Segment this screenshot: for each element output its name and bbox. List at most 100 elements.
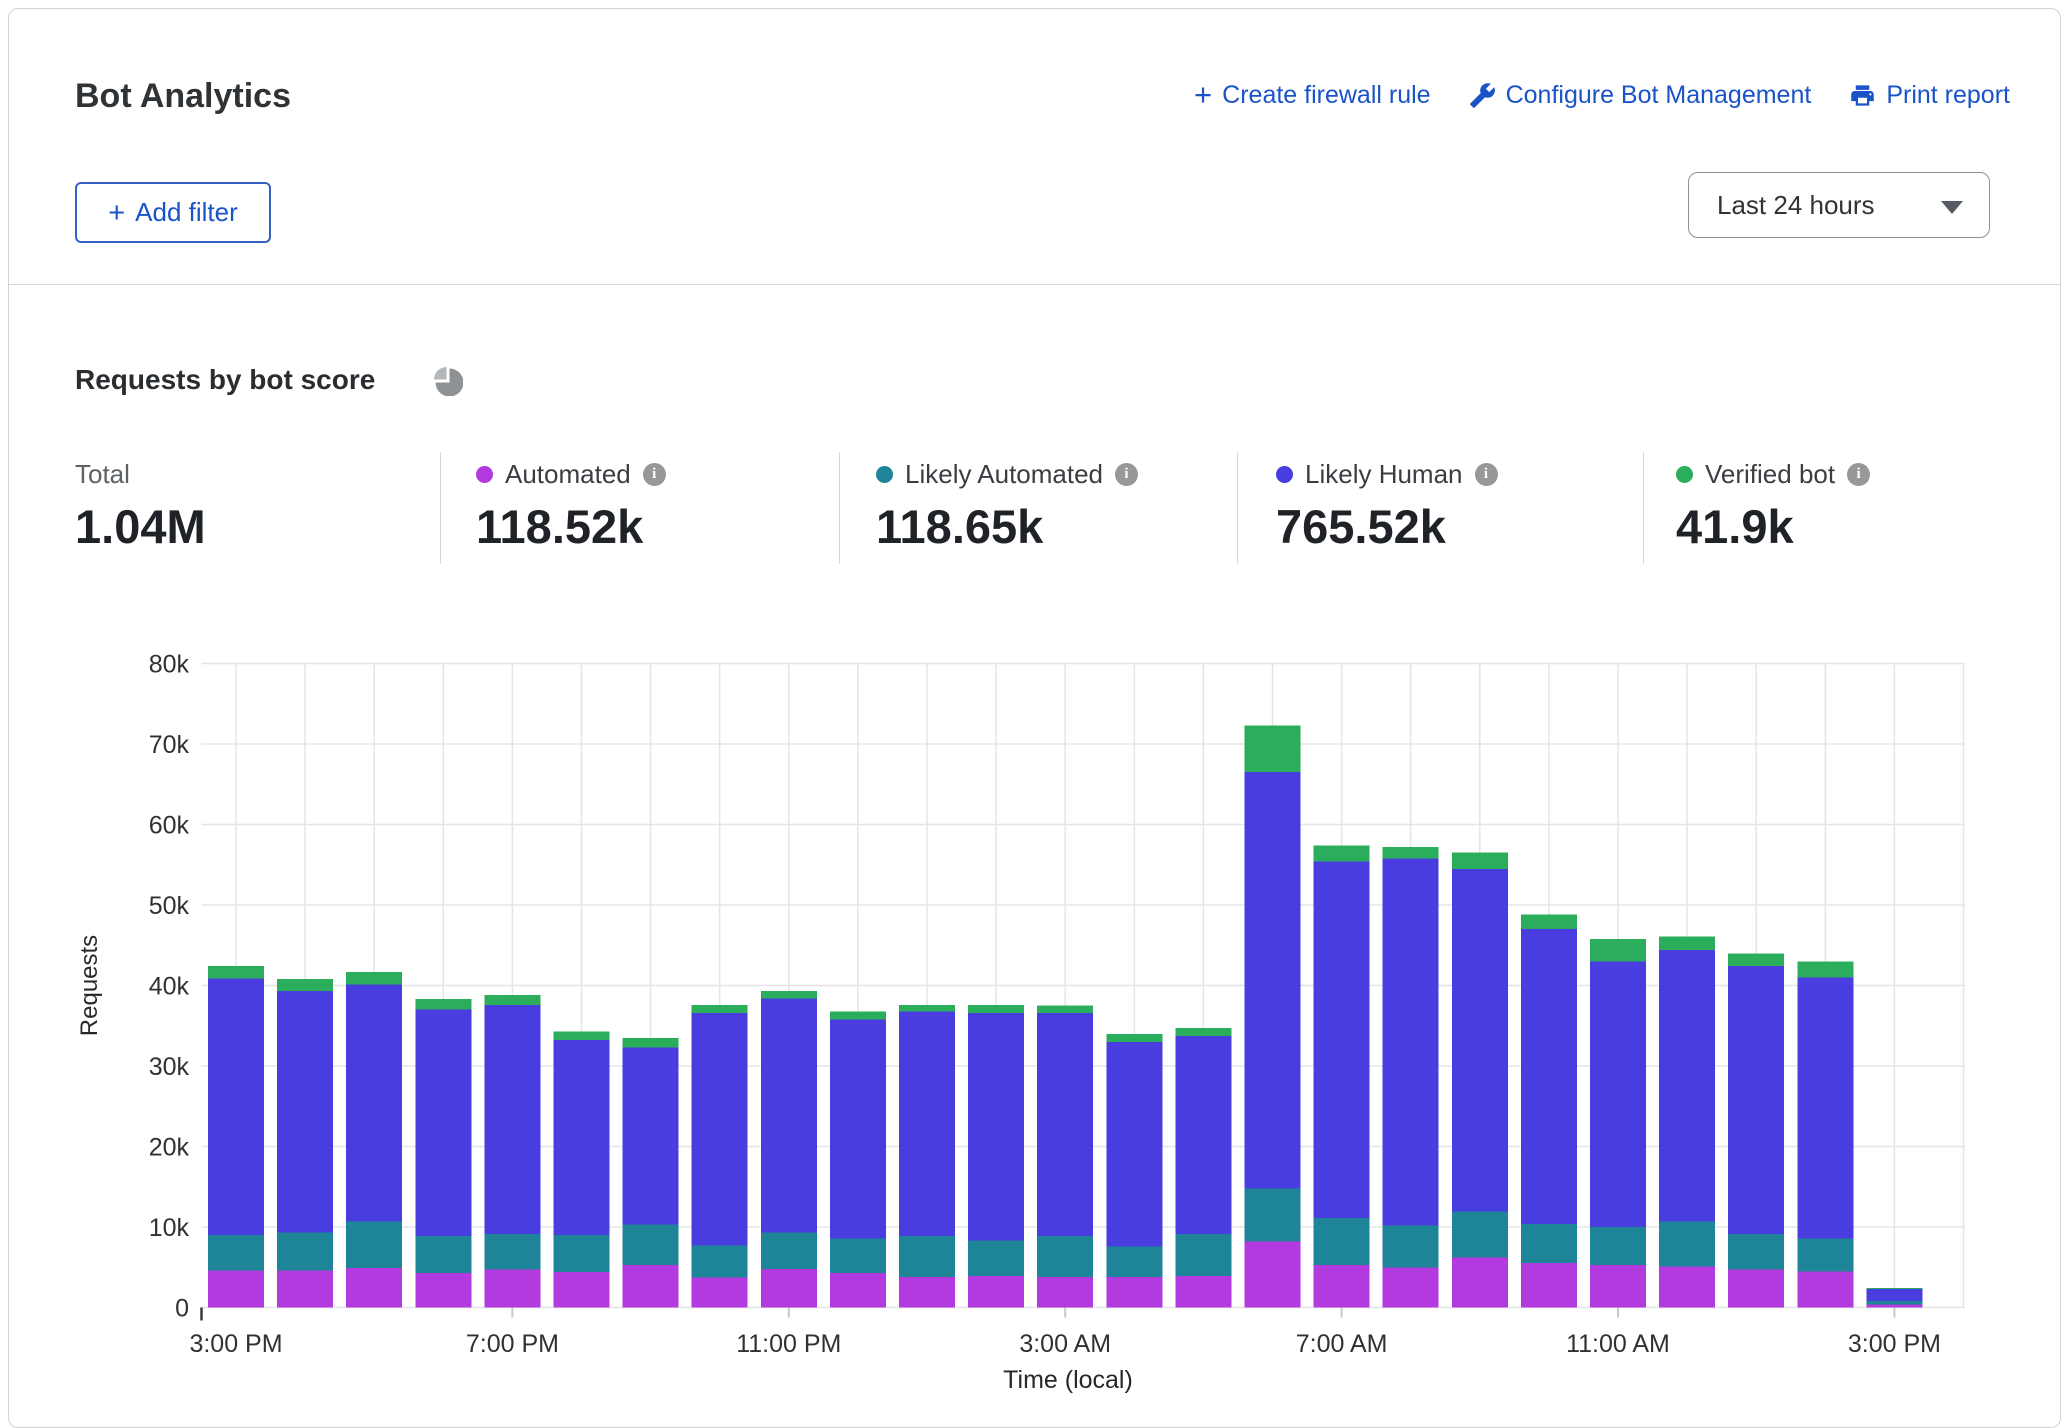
bar-segment-verified-bot[interactable] [761,991,817,998]
bar-segment-automated[interactable] [346,1268,402,1307]
bar-segment-verified-bot[interactable] [1797,961,1853,977]
bar-segment-likely-automated[interactable] [968,1241,1024,1276]
bar-segment-automated[interactable] [761,1269,817,1308]
bar-segment-verified-bot[interactable] [554,1031,610,1040]
bar-segment-verified-bot[interactable] [1866,1288,1922,1289]
bar-segment-likely-human[interactable] [1314,862,1370,1219]
bar-segment-likely-automated[interactable] [1866,1301,1922,1304]
bar-segment-likely-automated[interactable] [1175,1234,1231,1276]
bar-segment-likely-automated[interactable] [1314,1218,1370,1265]
bar-segment-likely-automated[interactable] [208,1235,264,1270]
bar-segment-likely-human[interactable] [1175,1036,1231,1234]
bar-segment-verified-bot[interactable] [623,1038,679,1048]
bar-segment-likely-automated[interactable] [1106,1246,1162,1277]
bar-segment-likely-human[interactable] [1452,869,1508,1212]
bar-segment-likely-automated[interactable] [554,1235,610,1272]
bar-segment-verified-bot[interactable] [1106,1034,1162,1042]
bar-segment-likely-human[interactable] [692,1013,748,1246]
bar-segment-verified-bot[interactable] [830,1011,886,1019]
bar-segment-likely-human[interactable] [1383,858,1439,1225]
bar-segment-verified-bot[interactable] [692,1005,748,1013]
bar-segment-likely-human[interactable] [830,1019,886,1238]
bar-segment-verified-bot[interactable] [208,966,264,978]
bar-segment-likely-automated[interactable] [1037,1236,1093,1277]
bar-segment-likely-automated[interactable] [1452,1212,1508,1258]
bar-segment-verified-bot[interactable] [899,1005,955,1011]
bar-segment-likely-automated[interactable] [830,1238,886,1273]
bar-segment-verified-bot[interactable] [1590,939,1646,962]
bar-segment-likely-automated[interactable] [1659,1221,1715,1266]
bar-segment-likely-automated[interactable] [899,1236,955,1277]
bar-segment-verified-bot[interactable] [346,972,402,985]
bar-segment-verified-bot[interactable] [968,1005,1024,1013]
bar-segment-likely-human[interactable] [277,991,333,1233]
bar-segment-automated[interactable] [1452,1258,1508,1308]
bar-segment-likely-human[interactable] [415,1010,471,1236]
bar-segment-likely-automated[interactable] [484,1234,540,1269]
bar-segment-likely-human[interactable] [899,1011,955,1236]
bar-segment-automated[interactable] [830,1273,886,1308]
bar-segment-automated[interactable] [1521,1263,1577,1307]
bar-segment-verified-bot[interactable] [1175,1028,1231,1036]
bar-segment-verified-bot[interactable] [1452,853,1508,869]
bar-segment-verified-bot[interactable] [1314,845,1370,861]
bar-segment-automated[interactable] [1866,1304,1922,1307]
bar-segment-verified-bot[interactable] [415,999,471,1009]
bar-segment-likely-human[interactable] [968,1013,1024,1241]
bar-segment-verified-bot[interactable] [484,995,540,1005]
bar-segment-verified-bot[interactable] [277,979,333,991]
bar-segment-verified-bot[interactable] [1659,936,1715,950]
bar-segment-likely-human[interactable] [1521,929,1577,1224]
bar-segment-likely-human[interactable] [1797,977,1853,1238]
bar-segment-automated[interactable] [1383,1267,1439,1307]
bar-segment-likely-automated[interactable] [623,1225,679,1265]
bar-segment-automated[interactable] [1659,1266,1715,1307]
bar-segment-automated[interactable] [1175,1276,1231,1307]
bar-segment-likely-human[interactable] [1866,1289,1922,1301]
bar-segment-automated[interactable] [208,1270,264,1307]
bar-segment-automated[interactable] [1728,1270,1784,1308]
bar-segment-likely-human[interactable] [623,1047,679,1224]
bar-segment-likely-human[interactable] [761,998,817,1232]
bar-segment-likely-human[interactable] [1106,1042,1162,1246]
bar-segment-automated[interactable] [1106,1277,1162,1308]
bar-segment-likely-automated[interactable] [415,1236,471,1273]
bar-segment-likely-human[interactable] [346,985,402,1222]
bar-segment-likely-human[interactable] [554,1040,610,1235]
bar-segment-automated[interactable] [1245,1241,1301,1307]
bar-segment-automated[interactable] [623,1265,679,1308]
requests-by-bot-score-chart[interactable]: 010k20k30k40k50k60k70k80k3:00 PM7:00 PM1… [0,0,2070,1394]
bar-segment-likely-human[interactable] [484,1005,540,1234]
bar-segment-automated[interactable] [554,1272,610,1307]
bar-segment-likely-automated[interactable] [692,1246,748,1278]
bar-segment-verified-bot[interactable] [1245,725,1301,772]
bar-segment-likely-automated[interactable] [1590,1227,1646,1265]
bar-segment-automated[interactable] [1590,1265,1646,1308]
bar-segment-likely-automated[interactable] [1728,1234,1784,1269]
bar-segment-automated[interactable] [415,1273,471,1308]
bar-segment-automated[interactable] [1797,1271,1853,1307]
bar-segment-likely-automated[interactable] [346,1221,402,1268]
bar-segment-automated[interactable] [692,1278,748,1308]
bar-segment-likely-human[interactable] [208,978,264,1235]
bar-segment-likely-human[interactable] [1245,772,1301,1188]
bar-segment-likely-automated[interactable] [1383,1225,1439,1267]
bar-segment-verified-bot[interactable] [1037,1006,1093,1013]
bar-segment-likely-automated[interactable] [1245,1188,1301,1241]
bar-segment-likely-human[interactable] [1590,961,1646,1227]
bar-segment-likely-automated[interactable] [761,1233,817,1269]
bar-segment-verified-bot[interactable] [1383,847,1439,858]
bar-segment-likely-human[interactable] [1659,950,1715,1221]
bar-segment-likely-automated[interactable] [1797,1238,1853,1271]
bar-segment-likely-human[interactable] [1728,966,1784,1234]
bar-segment-automated[interactable] [1037,1277,1093,1308]
bar-segment-automated[interactable] [1314,1265,1370,1308]
bar-segment-verified-bot[interactable] [1728,953,1784,966]
bar-segment-likely-automated[interactable] [1521,1224,1577,1263]
bar-segment-likely-human[interactable] [1037,1013,1093,1236]
bar-segment-verified-bot[interactable] [1521,915,1577,929]
bar-segment-automated[interactable] [484,1270,540,1308]
bar-segment-automated[interactable] [277,1270,333,1307]
bar-segment-automated[interactable] [899,1277,955,1308]
bar-segment-automated[interactable] [968,1276,1024,1307]
